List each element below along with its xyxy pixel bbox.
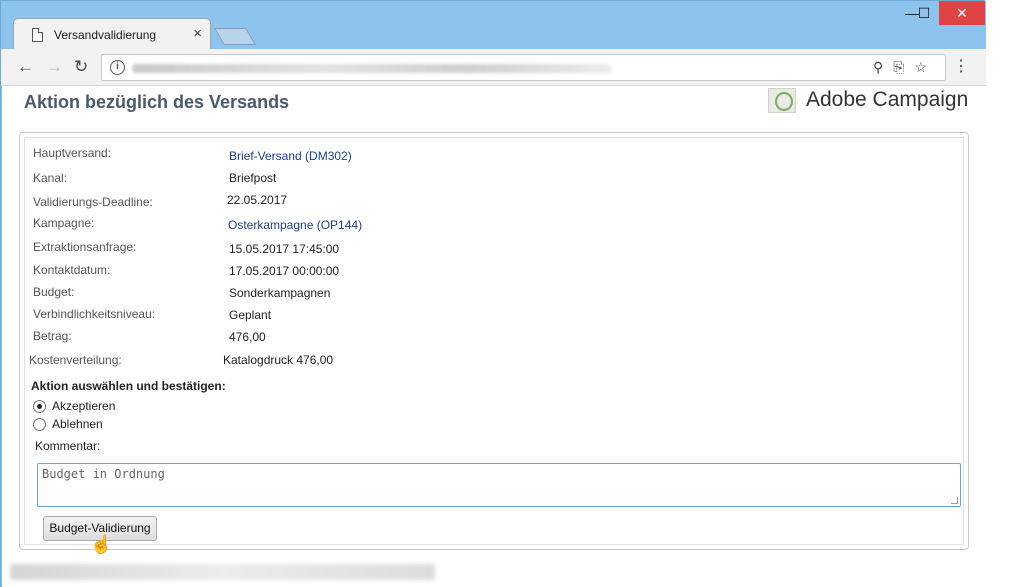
- detail-label: Validierungs-Deadline:: [33, 195, 153, 209]
- address-bar[interactable]: i ⚲⎘☆: [101, 54, 946, 81]
- close-window-button[interactable]: ✕: [939, 1, 985, 25]
- detail-value: Briefpost: [229, 171, 277, 185]
- page-title: Aktion bezüglich des Versands: [24, 92, 290, 112]
- detail-value: 476,00: [229, 330, 266, 344]
- radio-selected-icon[interactable]: [33, 400, 46, 413]
- comment-field[interactable]: Budget in Ordnung: [37, 463, 961, 507]
- delivery-link[interactable]: Brief-Versand (DM302): [229, 149, 352, 163]
- reload-icon[interactable]: ↻: [74, 57, 88, 77]
- campaign-logo-icon: [768, 88, 796, 113]
- validation-panel: Hauptversand: Brief-Versand (DM302) Kana…: [19, 132, 969, 550]
- browser-window: Versandvalidierung × — ☐ ✕ ← → ↻ i ⚲⎘☆ ⋮…: [0, 0, 986, 587]
- browser-menu-icon[interactable]: ⋮: [953, 57, 969, 77]
- page-icon: [32, 28, 43, 42]
- radio-unselected-icon[interactable]: [33, 418, 46, 431]
- detail-label: Kontaktdatum:: [33, 263, 111, 277]
- hand-cursor-icon: ☝: [90, 534, 113, 554]
- detail-value: 22.05.2017: [227, 193, 288, 207]
- detail-label: Kostenverteilung:: [29, 353, 122, 367]
- detail-label: Hauptversand:: [33, 146, 112, 160]
- action-section-title: Aktion auswählen und bestätigen:: [31, 379, 226, 393]
- back-icon[interactable]: ←: [17, 57, 34, 77]
- forward-icon[interactable]: →: [46, 57, 63, 77]
- url-text-blurred: [132, 64, 612, 73]
- tab-title: Versandvalidierung: [54, 28, 157, 42]
- radio-label[interactable]: Akzeptieren: [52, 399, 115, 413]
- detail-value: Katalogdruck 476,00: [223, 353, 334, 367]
- detail-label: Extraktionsanfrage:: [33, 240, 137, 254]
- comment-label: Kommentar:: [35, 439, 101, 453]
- panel-inner: Hauptversand: Brief-Versand (DM302) Kana…: [24, 137, 964, 545]
- comment-text[interactable]: Budget in Ordnung: [42, 467, 165, 481]
- omnibox-action-icons[interactable]: ⚲⎘☆: [873, 59, 937, 76]
- new-tab-button[interactable]: [214, 28, 256, 45]
- detail-label: Verbindlichkeitsniveau:: [33, 307, 156, 321]
- title-bar: Versandvalidierung × — ☐ ✕: [1, 1, 986, 50]
- detail-label: Kanal:: [33, 171, 68, 185]
- close-tab-icon[interactable]: ×: [193, 25, 202, 43]
- radio-label[interactable]: Ablehnen: [52, 417, 103, 431]
- browser-toolbar: ← → ↻ i ⚲⎘☆ ⋮: [1, 49, 986, 86]
- site-info-icon[interactable]: i: [110, 60, 125, 75]
- detail-value: 15.05.2017 17:45:00: [229, 242, 340, 256]
- logo-text: Adobe Campaign: [806, 88, 969, 111]
- browser-tab[interactable]: Versandvalidierung ×: [13, 18, 211, 50]
- detail-label: Betrag:: [33, 329, 72, 343]
- detail-value: Sonderkampagnen: [229, 286, 331, 300]
- resize-grip-icon[interactable]: [951, 497, 958, 504]
- campaign-link[interactable]: Osterkampagne (OP144): [228, 218, 362, 232]
- detail-label: Budget:: [33, 285, 75, 299]
- page-content: Aktion bezüglich des Versands Adobe Camp…: [2, 86, 985, 587]
- detail-label: Kampagne:: [33, 216, 95, 230]
- detail-value: Geplant: [229, 308, 272, 322]
- maximize-button[interactable]: ☐: [908, 1, 940, 25]
- status-bar-blurred: [10, 564, 435, 580]
- detail-value: 17.05.2017 00:00:00: [229, 264, 340, 278]
